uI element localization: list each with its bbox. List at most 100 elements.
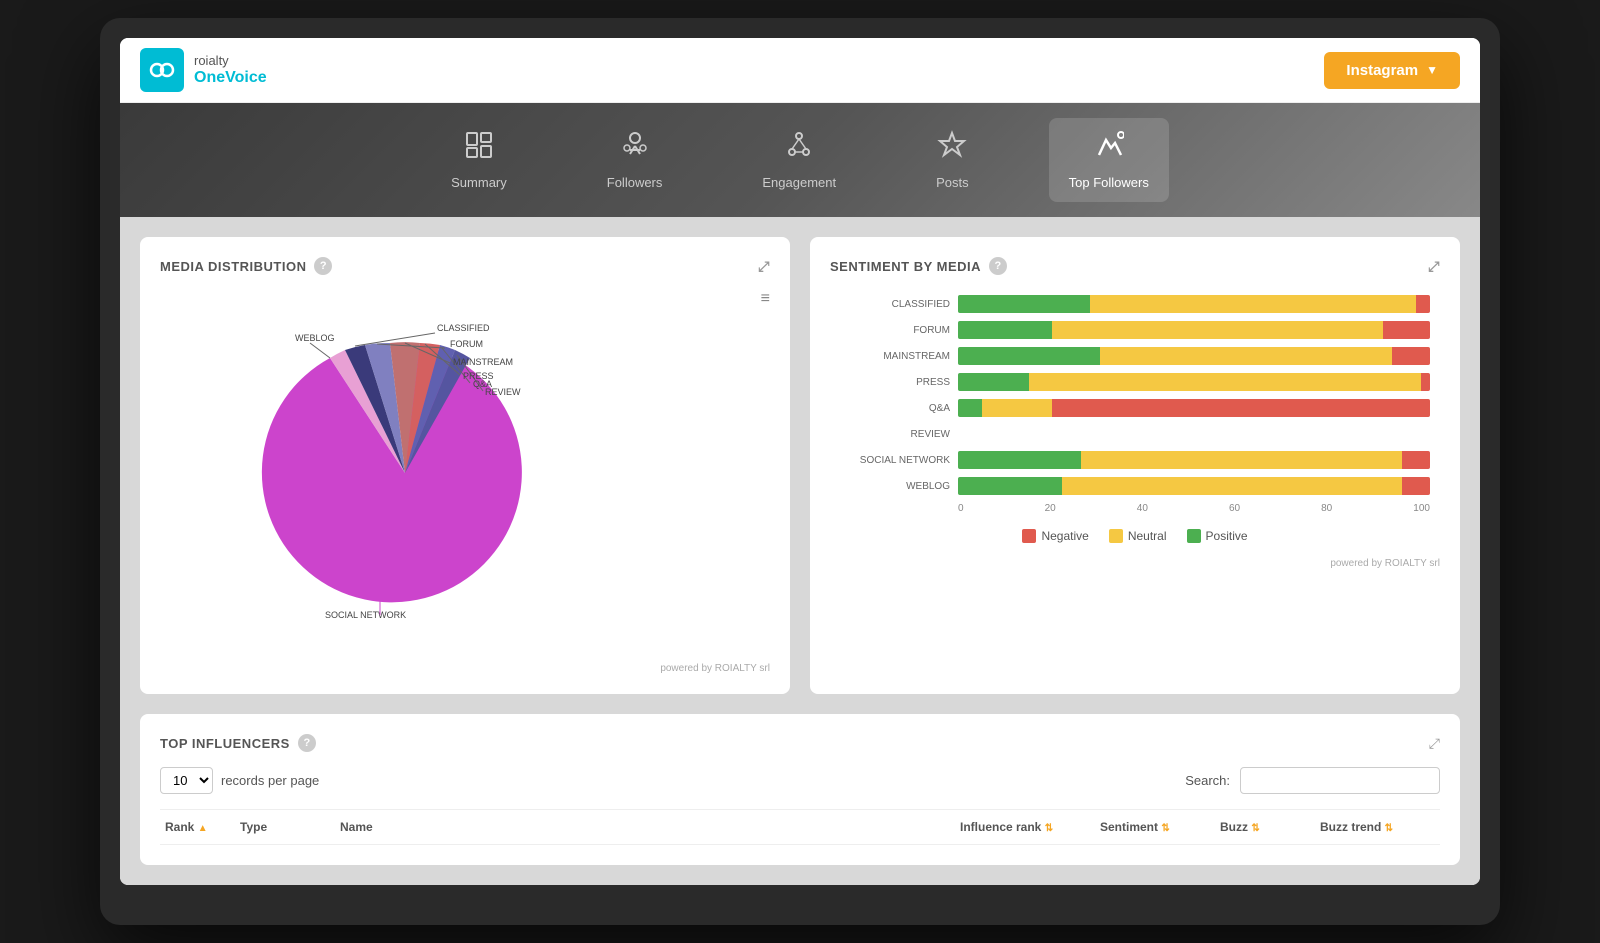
dropdown-arrow-icon: ▼ (1426, 63, 1438, 77)
col-header-sentiment: Sentiment ⇅ (1100, 820, 1220, 834)
slice-line-weblog (310, 343, 330, 358)
cards-row: MEDIA DISTRIBUTION ? ⤢ ≡ (140, 237, 1460, 694)
label-weblog: WEBLOG (295, 333, 335, 343)
legend-neutral: Neutral (1109, 529, 1167, 543)
bar-track (958, 373, 1430, 391)
label-mainstream: MAINSTREAM (453, 357, 513, 367)
nav-item-summary[interactable]: Summary (431, 118, 527, 202)
sort-icon-influence[interactable]: ⇅ (1045, 823, 1053, 834)
bar-seg-neutral (1090, 295, 1416, 313)
instagram-button[interactable]: Instagram ▼ (1324, 52, 1460, 89)
bar-seg-negative (1052, 399, 1430, 417)
x-80: 80 (1321, 503, 1332, 514)
sort-icon-buzz-trend[interactable]: ⇅ (1385, 823, 1393, 834)
expand-icon-sentiment[interactable]: ⤢ (1428, 258, 1440, 275)
sort-icon-buzz[interactable]: ⇅ (1251, 823, 1259, 834)
search-input[interactable] (1240, 767, 1440, 794)
x-20: 20 (1045, 503, 1056, 514)
top-influencers-card: TOP INFLUENCERS ? ⤢ 10 25 50 records per… (140, 714, 1460, 865)
top-influencers-title: TOP INFLUENCERS (160, 736, 290, 751)
bar-row: SOCIAL NETWORK (840, 451, 1430, 469)
posts-icon (937, 130, 967, 167)
brand-top: roialty (194, 53, 267, 69)
media-distribution-title: MEDIA DISTRIBUTION ? ⤢ (160, 257, 770, 275)
x-100: 100 (1413, 503, 1430, 514)
col-header-influence: Influence rank ⇅ (960, 820, 1100, 834)
pie-wrapper: WEBLOG CLASSIFIED FORUM MAINSTREAM PRESS… (235, 323, 695, 643)
bar-track (958, 321, 1430, 339)
bar-seg-positive (958, 477, 1062, 495)
bar-label: MAINSTREAM (840, 351, 950, 362)
col-header-type: Type (240, 820, 340, 834)
bar-seg-positive (958, 347, 1100, 365)
bottom-header-controls: 10 25 50 records per page Search: (160, 767, 1440, 794)
media-distribution-help-icon[interactable]: ? (314, 257, 332, 275)
screen: roialty OneVoice Instagram ▼ (120, 38, 1480, 885)
bar-row: CLASSIFIED (840, 295, 1430, 313)
nav-label-top-followers: Top Followers (1069, 175, 1149, 190)
laptop-frame: roialty OneVoice Instagram ▼ (100, 18, 1500, 925)
col-header-rank: Rank ▲ (160, 820, 240, 834)
legend-label-negative: Negative (1041, 529, 1088, 543)
records-per-page-label: records per page (221, 773, 319, 788)
bar-seg-negative (1421, 373, 1430, 391)
bar-label: PRESS (840, 377, 950, 388)
table-header: Rank ▲ Type Name Influence rank ⇅ Sentim… (160, 809, 1440, 845)
col-header-buzz-trend: Buzz trend ⇅ (1320, 820, 1440, 834)
top-influencers-help-icon[interactable]: ? (298, 734, 316, 752)
search-label: Search: (1185, 773, 1230, 788)
followers-icon (620, 130, 650, 167)
pie-chart-container: WEBLOG CLASSIFIED FORUM MAINSTREAM PRESS… (160, 313, 770, 653)
legend-dot-positive (1187, 529, 1201, 543)
bar-seg-neutral (1100, 347, 1393, 365)
bar-label: WEBLOG (840, 481, 950, 492)
sort-icon-rank[interactable]: ▲ (198, 823, 208, 834)
bar-seg-negative (1402, 477, 1430, 495)
x-60: 60 (1229, 503, 1240, 514)
bar-row: PRESS (840, 373, 1430, 391)
bar-seg-neutral (982, 399, 1053, 417)
legend-dot-neutral (1109, 529, 1123, 543)
x-0: 0 (958, 503, 964, 514)
bar-track (958, 425, 1430, 443)
expand-icon-media[interactable]: ⤢ (758, 258, 770, 275)
sentiment-title: SENTIMENT BY MEDIA ? ⤢ (830, 257, 1440, 275)
brand-bottom: OneVoice (194, 68, 267, 87)
per-page-control: 10 25 50 records per page (160, 767, 319, 794)
label-social-network: SOCIAL NETWORK (325, 610, 406, 620)
media-distribution-powered-by: powered by ROIALTY srl (160, 663, 770, 674)
legend-positive: Positive (1187, 529, 1248, 543)
nav-item-engagement[interactable]: Engagement (742, 118, 856, 202)
bar-row: MAINSTREAM (840, 347, 1430, 365)
per-page-select[interactable]: 10 25 50 (160, 767, 213, 794)
expand-icon-influencers[interactable]: ⤢ (1429, 735, 1440, 752)
bar-row: REVIEW (840, 425, 1430, 443)
bar-label: CLASSIFIED (840, 299, 950, 310)
bar-seg-positive (958, 321, 1052, 339)
bar-track (958, 477, 1430, 495)
nav-bar: Summary Followers (120, 103, 1480, 217)
bar-chart-container: CLASSIFIED FORUM MAINSTREAM PRESS Q&A REVIEW S… (830, 290, 1440, 548)
summary-icon (464, 130, 494, 167)
hamburger-menu-icon[interactable]: ≡ (761, 290, 770, 307)
bar-label: Q&A (840, 403, 950, 414)
media-distribution-card: MEDIA DISTRIBUTION ? ⤢ ≡ (140, 237, 790, 694)
bar-label: SOCIAL NETWORK (840, 455, 950, 466)
nav-item-posts[interactable]: Posts (916, 118, 989, 202)
sort-icon-sentiment[interactable]: ⇅ (1161, 823, 1169, 834)
nav-item-top-followers[interactable]: Top Followers (1049, 118, 1169, 202)
sentiment-powered-by: powered by ROIALTY srl (830, 558, 1440, 569)
bar-track (958, 347, 1430, 365)
sentiment-help-icon[interactable]: ? (989, 257, 1007, 275)
bar-seg-negative (1392, 347, 1430, 365)
nav-item-followers[interactable]: Followers (587, 118, 683, 202)
bar-track (958, 399, 1430, 417)
bar-row: FORUM (840, 321, 1430, 339)
top-influencers-header: TOP INFLUENCERS ? ⤢ (160, 734, 1440, 752)
bar-track (958, 451, 1430, 469)
main-content: MEDIA DISTRIBUTION ? ⤢ ≡ (120, 217, 1480, 885)
x-axis: 0 20 40 60 80 100 (958, 503, 1430, 514)
logo-text: roialty OneVoice (194, 53, 267, 88)
bar-seg-positive (958, 373, 1029, 391)
top-followers-icon (1094, 130, 1124, 167)
